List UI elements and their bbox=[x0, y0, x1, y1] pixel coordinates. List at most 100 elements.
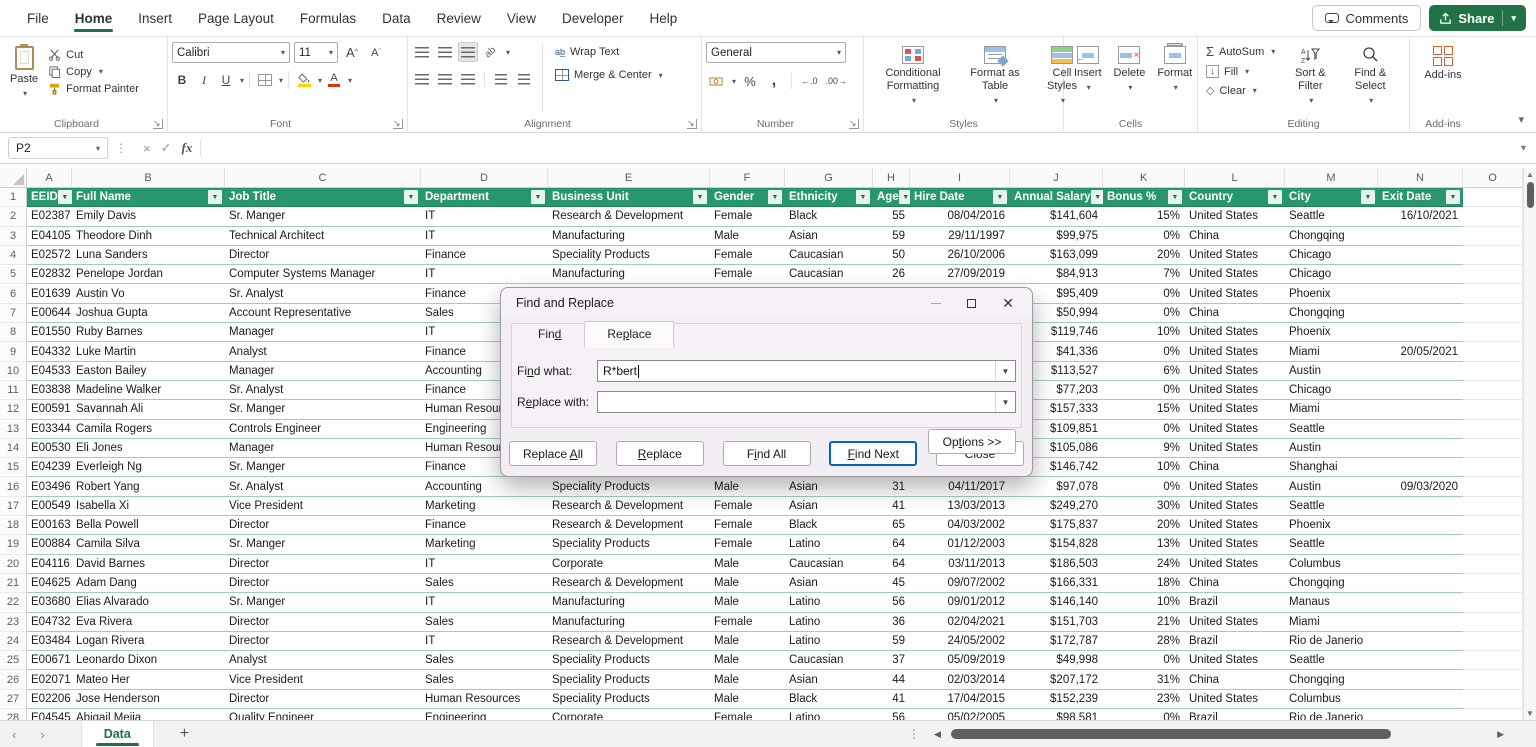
cell[interactable]: E04332 bbox=[27, 342, 72, 361]
cell[interactable]: Penelope Jordan bbox=[72, 265, 225, 284]
filter-dropdown-icon[interactable]: ▼ bbox=[404, 190, 418, 204]
cell[interactable]: $207,172 bbox=[1010, 670, 1103, 689]
cell[interactable]: 24/05/2002 bbox=[910, 632, 1010, 651]
cell[interactable]: Camila Silva bbox=[72, 535, 225, 554]
row-number[interactable]: 23 bbox=[0, 613, 27, 632]
cell[interactable] bbox=[1463, 246, 1523, 265]
menu-tab-home[interactable]: Home bbox=[62, 2, 126, 34]
table-header-cell[interactable]: Hire Date▼ bbox=[910, 188, 1010, 207]
cell[interactable]: 13/03/2013 bbox=[910, 497, 1010, 516]
cell[interactable]: 0% bbox=[1103, 381, 1185, 400]
cell[interactable]: Rio de Janerio bbox=[1285, 709, 1378, 720]
cell[interactable]: Latino bbox=[785, 632, 873, 651]
cell[interactable]: 02/03/2014 bbox=[910, 670, 1010, 689]
cell[interactable]: 0% bbox=[1103, 284, 1185, 303]
cut-button[interactable]: Cut bbox=[44, 46, 143, 63]
cell[interactable]: Chongqing bbox=[1285, 574, 1378, 593]
column-header-O[interactable]: O bbox=[1463, 168, 1523, 187]
table-header-cell[interactable]: Job Title▼ bbox=[225, 188, 421, 207]
filter-dropdown-icon[interactable]: ▼ bbox=[531, 190, 545, 204]
cell[interactable]: United States bbox=[1185, 381, 1285, 400]
cell[interactable]: 15% bbox=[1103, 207, 1185, 226]
filter-dropdown-icon[interactable]: ▼ bbox=[856, 190, 870, 204]
cell[interactable]: 9% bbox=[1103, 439, 1185, 458]
italic-button[interactable]: I bbox=[194, 70, 214, 90]
cell[interactable]: United States bbox=[1185, 439, 1285, 458]
filter-dropdown-icon[interactable]: ▼ bbox=[1168, 190, 1182, 204]
formula-bar-grip[interactable]: ⋮ bbox=[115, 141, 128, 155]
cell[interactable] bbox=[1378, 497, 1463, 516]
cell[interactable]: Miami bbox=[1285, 613, 1378, 632]
cell[interactable]: Shanghai bbox=[1285, 458, 1378, 477]
top-align-button[interactable] bbox=[412, 42, 432, 62]
cell[interactable]: Caucasian bbox=[785, 265, 873, 284]
autosum-button[interactable]: Σ AutoSum ▾ bbox=[1202, 42, 1279, 61]
cell[interactable]: Corporate bbox=[548, 709, 710, 720]
cell[interactable]: Miami bbox=[1285, 342, 1378, 361]
comments-button[interactable]: Comments bbox=[1312, 5, 1421, 31]
font-size-combo[interactable]: 11▾ bbox=[294, 42, 338, 63]
cell[interactable]: Chicago bbox=[1285, 381, 1378, 400]
cell[interactable]: IT bbox=[421, 207, 548, 226]
cell[interactable]: Asian bbox=[785, 574, 873, 593]
cell[interactable]: Savannah Ali bbox=[72, 400, 225, 419]
cell[interactable]: Sales bbox=[421, 651, 548, 670]
column-header-A[interactable]: A bbox=[27, 168, 72, 187]
cell[interactable]: 28% bbox=[1103, 632, 1185, 651]
cell[interactable]: 41 bbox=[873, 690, 910, 709]
cell[interactable]: E03680 bbox=[27, 593, 72, 612]
sheet-tab-data[interactable]: Data bbox=[81, 721, 154, 747]
cell[interactable]: Elias Alvarado bbox=[72, 593, 225, 612]
cell[interactable]: 20% bbox=[1103, 516, 1185, 535]
cell[interactable]: Isabella Xi bbox=[72, 497, 225, 516]
cell[interactable]: United States bbox=[1185, 555, 1285, 574]
cell[interactable]: Speciality Products bbox=[548, 670, 710, 689]
cell[interactable]: Computer Systems Manager bbox=[225, 265, 421, 284]
cell[interactable] bbox=[1463, 284, 1523, 303]
cell[interactable] bbox=[1463, 265, 1523, 284]
cell[interactable]: 59 bbox=[873, 227, 910, 246]
cell[interactable] bbox=[1463, 593, 1523, 612]
cell[interactable]: 02/04/2021 bbox=[910, 613, 1010, 632]
cell[interactable]: 10% bbox=[1103, 458, 1185, 477]
row-number[interactable]: 21 bbox=[0, 574, 27, 593]
clear-button[interactable]: ◇ Clear ▾ bbox=[1202, 82, 1279, 99]
cell[interactable]: Manufacturing bbox=[548, 593, 710, 612]
row-number[interactable]: 12 bbox=[0, 400, 27, 419]
cell[interactable]: 45 bbox=[873, 574, 910, 593]
cell[interactable]: Caucasian bbox=[785, 246, 873, 265]
cell[interactable]: Sr. Manger bbox=[225, 207, 421, 226]
cell[interactable]: $146,140 bbox=[1010, 593, 1103, 612]
formula-input[interactable] bbox=[201, 133, 1511, 163]
row-number[interactable]: 8 bbox=[0, 323, 27, 342]
cell[interactable] bbox=[1378, 574, 1463, 593]
cell[interactable] bbox=[1463, 670, 1523, 689]
cell[interactable]: 59 bbox=[873, 632, 910, 651]
cell[interactable]: 26 bbox=[873, 265, 910, 284]
cell[interactable]: E02387 bbox=[27, 207, 72, 226]
cell[interactable]: 0% bbox=[1103, 477, 1185, 496]
cell[interactable]: E00591 bbox=[27, 400, 72, 419]
cell[interactable]: Manufacturing bbox=[548, 227, 710, 246]
cell[interactable] bbox=[1378, 227, 1463, 246]
cell[interactable]: Research & Development bbox=[548, 574, 710, 593]
cell[interactable] bbox=[1463, 535, 1523, 554]
cell[interactable]: Mateo Her bbox=[72, 670, 225, 689]
borders-button[interactable] bbox=[255, 70, 275, 90]
cell[interactable]: E00163 bbox=[27, 516, 72, 535]
cell[interactable] bbox=[1463, 574, 1523, 593]
cell[interactable]: 64 bbox=[873, 555, 910, 574]
cell[interactable]: United States bbox=[1185, 400, 1285, 419]
underline-button[interactable]: U bbox=[216, 70, 236, 90]
cell[interactable]: Seattle bbox=[1285, 497, 1378, 516]
cell[interactable]: 6% bbox=[1103, 362, 1185, 381]
cell[interactable]: 50 bbox=[873, 246, 910, 265]
table-header-cell[interactable]: Department▼ bbox=[421, 188, 548, 207]
cell[interactable]: E00549 bbox=[27, 497, 72, 516]
cell[interactable]: E01550 bbox=[27, 323, 72, 342]
row-number[interactable]: 27 bbox=[0, 690, 27, 709]
cell[interactable]: 05/09/2019 bbox=[910, 651, 1010, 670]
row-number[interactable]: 25 bbox=[0, 651, 27, 670]
cell[interactable]: 0% bbox=[1103, 420, 1185, 439]
cell[interactable] bbox=[1463, 477, 1523, 496]
